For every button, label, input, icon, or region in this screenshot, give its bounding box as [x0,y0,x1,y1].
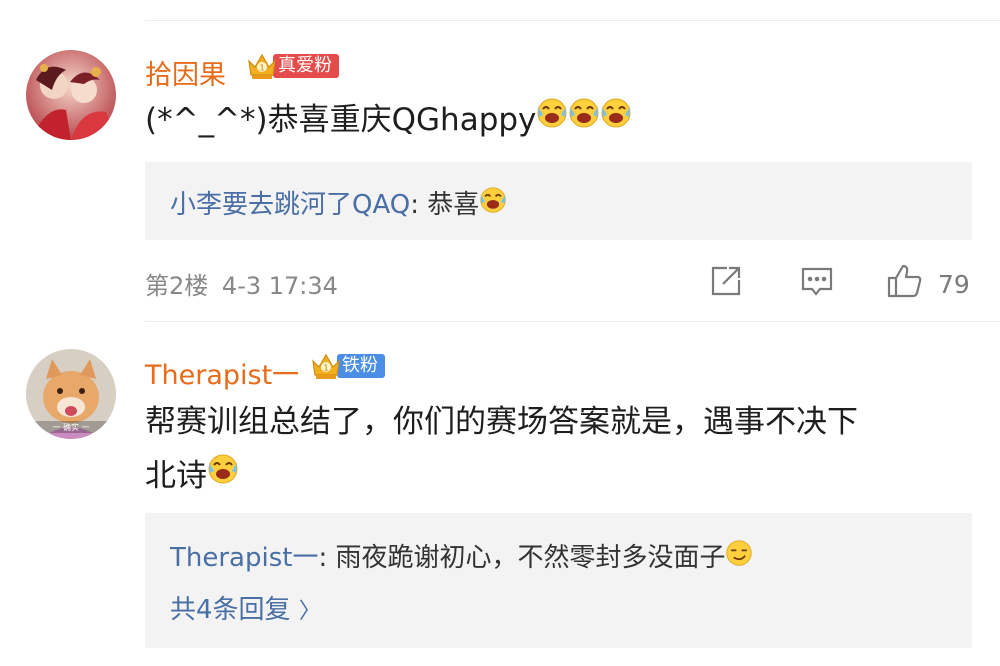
reply-line: 小李要去跳河了QAQ: 恭喜 [170,184,507,223]
comment-button[interactable] [800,264,834,304]
avatar[interactable] [26,50,116,140]
crying-laugh-emoji-icon [568,95,600,143]
badge-label: 铁粉 [337,354,385,378]
reply-box[interactable]: 小李要去跳河了QAQ: 恭喜 [145,162,972,240]
comment-text: (*^_^*)恭喜重庆QGhappy [145,96,632,146]
like-count: 79 [938,269,970,299]
crying-laugh-emoji-icon [479,186,507,221]
comment-text-line: 帮赛训组总结了，你们的赛场答案就是，遇事不决下 [145,404,858,440]
avatar[interactable]: 一 确实 一 [26,349,116,439]
comment-bubble-icon [800,264,834,304]
like-button[interactable]: 79 [886,262,970,306]
share-icon [709,264,743,304]
crying-laugh-emoji-icon [600,95,632,143]
chevron-right-icon: 〉 [298,599,321,624]
more-replies-label: 共4条回复 [170,595,299,625]
comment-text-line: 北诗 [145,452,858,502]
svg-text:1: 1 [259,64,264,73]
thumbs-up-icon [886,262,924,306]
reply-box[interactable]: Therapist一: 雨夜跪谢初心，不然零封多没面子 共4条回复 〉 [145,513,972,648]
fan-badge[interactable]: 1 铁粉 [309,351,385,381]
top-divider [145,20,1000,21]
reply-username[interactable]: Therapist一 [170,543,318,573]
badge-label: 真爱粉 [273,54,339,78]
username[interactable]: 拾因果 [145,53,226,92]
svg-text:1: 1 [323,364,328,373]
comment-time: 4-3 17:34 [221,272,338,300]
share-button[interactable] [709,264,743,304]
comment-text-body: 北诗 [145,458,207,494]
comment-divider [145,321,1000,322]
username[interactable]: Therapist一 [145,353,299,392]
svg-text:一 确实 一: 一 确实 一 [52,422,89,432]
crown-icon: 1 [245,49,279,83]
reply-text: : 恭喜 [410,190,480,220]
comment-text: 帮赛训组总结了，你们的赛场答案就是，遇事不决下 北诗 [145,398,858,502]
crying-laugh-emoji-icon [536,95,568,143]
comment-meta: 第2楼 4-3 17:34 [145,266,338,301]
reply-username[interactable]: 小李要去跳河了QAQ [170,190,410,220]
reply-text: : 雨夜跪谢初心，不然零封多没面子 [318,543,726,573]
fan-badge[interactable]: 1 真爱粉 [245,51,339,81]
crying-laugh-emoji-icon [207,451,239,499]
crown-icon: 1 [309,349,343,383]
view-more-replies-link[interactable]: 共4条回复 〉 [170,589,321,626]
reply-line: Therapist一: 雨夜跪谢初心，不然零封多没面子 [170,537,753,576]
smirk-emoji-icon [725,539,753,574]
comment-text-body: (*^_^*)恭喜重庆QGhappy [145,102,537,138]
floor-number: 第2楼 [145,272,209,300]
